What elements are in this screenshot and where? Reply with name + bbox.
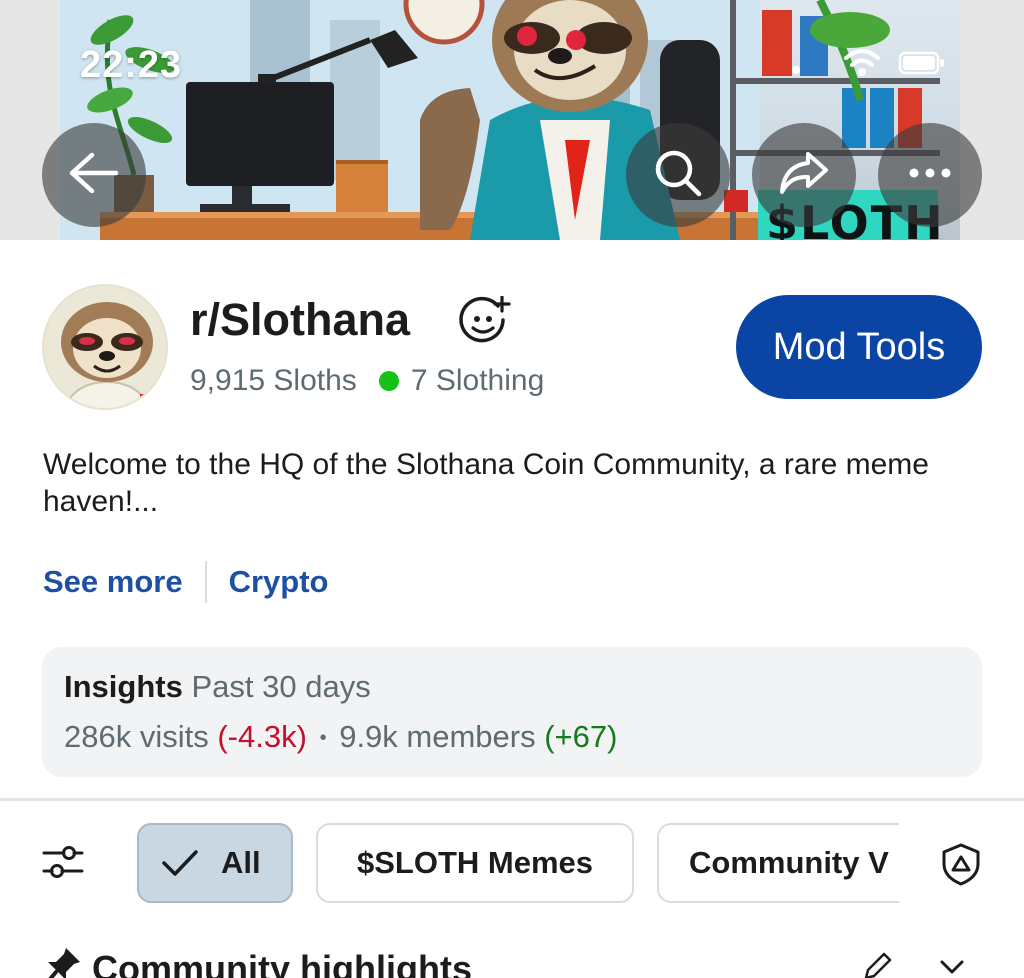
community-avatar[interactable] (42, 284, 168, 410)
see-more-link[interactable]: See more (43, 564, 183, 600)
visits-change: (-4.3k) (217, 719, 307, 754)
insights-period: Past 30 days (191, 669, 371, 704)
visits-value: 286k visits (64, 719, 209, 754)
link-divider (204, 561, 207, 603)
topic-link[interactable]: Crypto (229, 564, 329, 600)
chevron-down-icon[interactable] (938, 958, 966, 978)
mod-shield-icon[interactable] (940, 842, 982, 891)
back-button[interactable] (42, 123, 146, 227)
share-button[interactable] (752, 123, 856, 227)
chip-sloth-memes[interactable]: $SLOTH Memes (316, 823, 634, 903)
arrow-left-icon (68, 151, 120, 200)
members-value: 9.9k members (339, 719, 536, 754)
section-divider (0, 798, 1024, 801)
pin-icon (44, 946, 82, 978)
search-button[interactable] (626, 123, 730, 227)
members-count: 9,915 (190, 364, 266, 397)
sloth-avatar-icon (44, 286, 166, 408)
insights-card[interactable]: Insights Past 30 days 286k visits (-4.3k… (42, 647, 982, 777)
chip-label: All (221, 845, 261, 880)
stats-separator: • (319, 727, 327, 750)
members-change: (+67) (544, 719, 618, 754)
status-indicators (788, 48, 946, 83)
chip-all[interactable]: All (137, 823, 293, 903)
online-indicator-icon (378, 371, 399, 391)
community-description: Welcome to the HQ of the Slothana Coin C… (43, 448, 929, 518)
chip-label: $SLOTH Memes (356, 845, 593, 880)
online-count: 7 (410, 364, 428, 397)
share-icon (778, 150, 830, 201)
community-highlights-header: Community highlights (44, 946, 472, 978)
edit-pencil-icon[interactable] (862, 950, 894, 978)
search-icon (652, 147, 704, 204)
insights-title: Insights (64, 669, 183, 704)
description-links: See more Crypto (43, 560, 328, 604)
highlights-title: Community highlights (92, 947, 472, 978)
filter-settings-icon[interactable] (42, 842, 84, 887)
chip-community[interactable]: Community V (657, 823, 899, 903)
mod-tools-button[interactable]: Mod Tools (736, 295, 982, 399)
community-stats: 9,915 Sloths 7 Slothing (190, 364, 544, 398)
signal-icon (788, 50, 826, 81)
wifi-icon (842, 48, 882, 83)
online-label: Slothing (435, 364, 545, 397)
more-button[interactable] (878, 123, 982, 227)
more-horizontal-icon (908, 166, 952, 184)
add-emoji-icon[interactable] (458, 295, 512, 351)
chip-label: Community V (689, 845, 889, 880)
insights-stats: 286k visits (-4.3k) • 9.9k members (+67) (64, 719, 617, 755)
insights-header: Insights Past 30 days (64, 669, 371, 705)
checkmark-icon (161, 848, 199, 878)
community-name: r/Slothana (190, 294, 411, 345)
community-banner: $LOTH 22:23 (0, 0, 1024, 240)
members-label: Sloths (273, 364, 357, 397)
battery-icon (898, 50, 946, 81)
status-time: 22:23 (80, 44, 183, 86)
